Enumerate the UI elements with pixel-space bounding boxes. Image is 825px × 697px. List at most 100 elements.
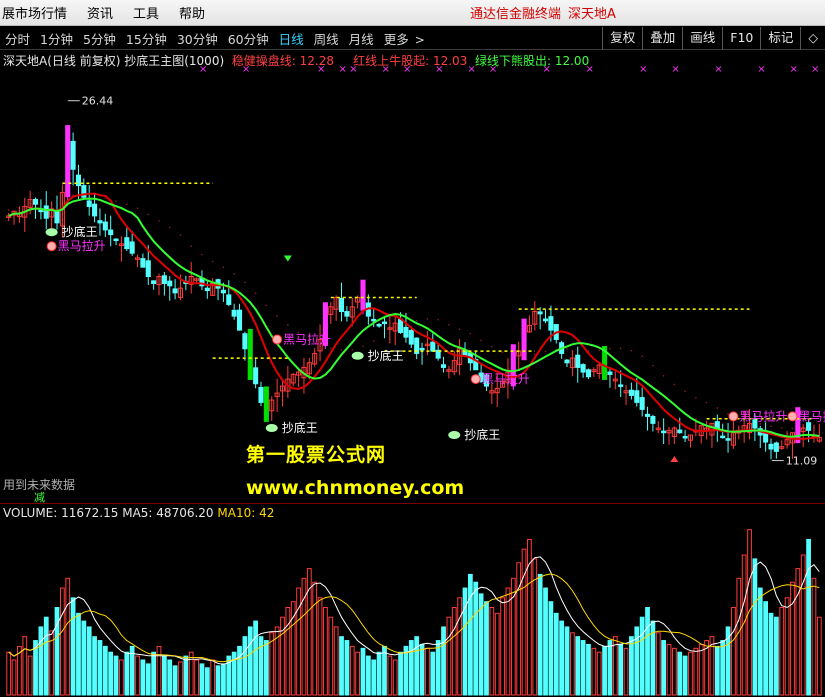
ma10-label: MA10:: [217, 506, 256, 520]
candle-body: [344, 311, 350, 317]
candle-body: [86, 200, 92, 208]
period-tab-30min[interactable]: 30分钟: [172, 29, 223, 48]
candle-body: [102, 221, 108, 231]
volume-bar: [124, 651, 130, 696]
trail-dot: [340, 348, 343, 351]
period-tab-monthly[interactable]: 月线: [344, 29, 379, 48]
volume-bar: [698, 643, 704, 696]
candlestick-chart[interactable]: × × × × × × × × × × × × × × × × × ×26.4411.09抄底王黑马拉升抄底王黑马…: [0, 50, 825, 697]
period-tab-60min[interactable]: 60分钟: [223, 29, 274, 48]
volume-bar: [237, 645, 242, 696]
volume-bar: [215, 665, 221, 696]
heima-label: 黑马拉升: [283, 331, 331, 346]
menu-help[interactable]: 帮助: [169, 3, 215, 22]
down-arrow-icon: [283, 255, 292, 262]
volume-bar: [671, 647, 677, 696]
period-tab-daily[interactable]: 日线: [274, 29, 309, 48]
volume-bar: [263, 640, 269, 696]
diamond-icon[interactable]: ◇: [800, 27, 825, 50]
volume-bar: [430, 651, 436, 696]
volume-bar: [108, 651, 114, 696]
period-tab-intraday[interactable]: 分时: [0, 29, 35, 48]
adjust-price-button[interactable]: 复权: [602, 27, 642, 50]
volume-bar: [446, 616, 452, 696]
candle-body: [43, 205, 49, 219]
mark-button[interactable]: 标记: [760, 27, 800, 50]
period-tab-more[interactable]: 更多 >: [379, 29, 430, 48]
volume-bar: [285, 607, 291, 696]
trail-dot: [458, 328, 461, 331]
volume-bar: [178, 661, 183, 696]
heima-ball-icon: [272, 334, 283, 345]
candle-body: [585, 369, 592, 378]
volume-bar: [76, 612, 81, 696]
trail-dot: [222, 266, 225, 269]
volume-bar: [365, 655, 371, 696]
menu-bar: 展市场行情 资讯 工具 帮助 通达信金融终端 深天地A: [0, 0, 825, 26]
volume-bar: [221, 663, 226, 696]
candle-body: [204, 287, 210, 291]
volume-bar: [677, 651, 683, 696]
volume-bar: [763, 601, 769, 696]
volume-bar: [258, 636, 264, 696]
volume-bar: [355, 651, 361, 696]
volume-bar: [194, 659, 199, 696]
menu-tools[interactable]: 工具: [123, 3, 169, 22]
period-tab-5min[interactable]: 5分钟: [78, 29, 121, 48]
pane-divider[interactable]: [0, 503, 825, 504]
overlay-button[interactable]: 叠加: [642, 27, 682, 50]
more-label: 更多: [383, 31, 409, 47]
candle-body: [661, 430, 667, 434]
trail-dot: [190, 245, 193, 248]
volume-bar: [145, 663, 151, 696]
trail-dot: [652, 364, 654, 367]
candle-body: [419, 347, 425, 351]
volume-bar: [54, 607, 60, 696]
candle-body: [440, 364, 447, 368]
volume-bar: [398, 651, 403, 696]
low-price-label: 11.09: [786, 455, 818, 468]
candle-body: [220, 289, 226, 294]
promo-stock-name[interactable]: 深天地A: [568, 3, 616, 22]
volume-bar: [43, 616, 49, 696]
period-tab-1min[interactable]: 1分钟: [35, 29, 78, 48]
volume-label: VOLUME:: [3, 506, 58, 520]
candle-body: [75, 174, 82, 187]
trail-dot: [491, 345, 493, 348]
trail-dot: [791, 427, 794, 430]
candle-body: [113, 238, 119, 242]
chart-tools: 复权 叠加 画线 F10 标记 ◇: [602, 27, 825, 50]
volume-bar: [768, 612, 774, 696]
trail-dot: [211, 260, 214, 263]
volume-bar: [312, 581, 318, 696]
volume-bar: [548, 601, 554, 696]
f10-button[interactable]: F10: [722, 27, 760, 50]
volume-bar: [693, 647, 699, 696]
draw-line-button[interactable]: 画线: [682, 27, 722, 50]
menu-news[interactable]: 资讯: [77, 3, 123, 22]
volume-bar: [800, 554, 806, 696]
volume-bar: [790, 581, 795, 696]
trail-dot: [136, 207, 139, 209]
trail-dot: [201, 253, 203, 256]
volume-bar: [682, 655, 688, 696]
candle-body: [65, 125, 71, 198]
period-tab-15min[interactable]: 15分钟: [121, 29, 172, 48]
candle-body: [580, 364, 586, 373]
chaodi-label: 抄底王: [282, 420, 318, 435]
promo-tdx-terminal[interactable]: 通达信金融终端: [470, 3, 561, 22]
volume-bar: [408, 640, 414, 696]
menu-market[interactable]: 展市场行情: [0, 3, 77, 22]
candle-body: [650, 415, 656, 424]
volume-bar: [553, 612, 559, 696]
volume-bar: [629, 636, 634, 696]
candle-body: [634, 390, 640, 403]
volume-bar: [714, 645, 720, 696]
trail-dot: [727, 413, 729, 415]
volume-bar: [65, 577, 71, 696]
period-tab-weekly[interactable]: 周线: [309, 29, 344, 48]
volume-bar: [22, 636, 28, 696]
trail-dot: [351, 349, 354, 351]
candle-body: [773, 442, 779, 452]
trail-dot: [372, 340, 375, 342]
